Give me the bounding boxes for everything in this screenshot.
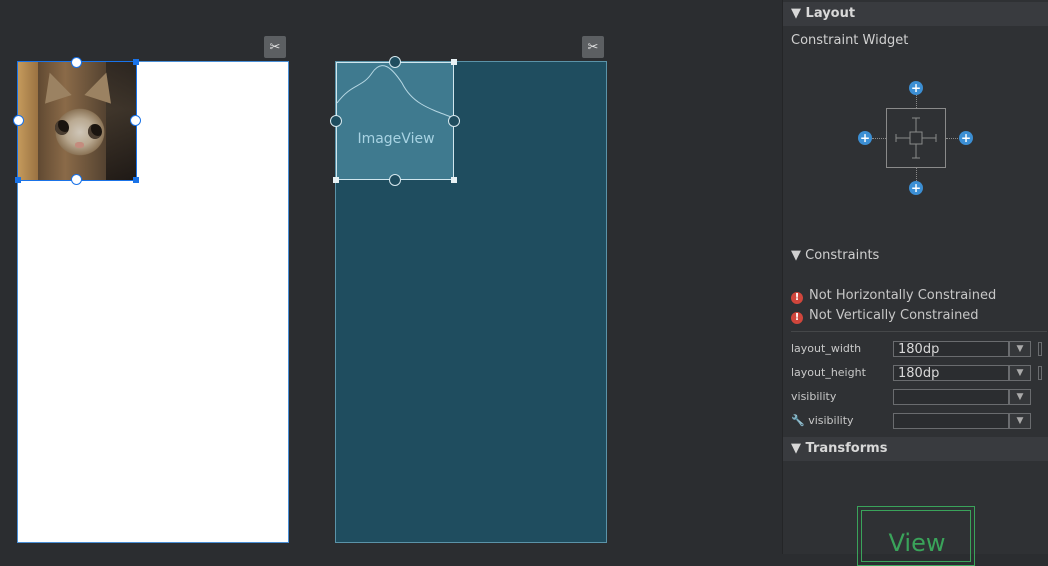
add-bottom-constraint-button[interactable]: + — [909, 181, 923, 195]
divider — [791, 331, 1047, 332]
transform-view-label: View — [888, 529, 946, 557]
layout-height-label: layout_height — [791, 366, 866, 379]
visibility-dropdown[interactable]: ▼ — [1009, 389, 1031, 405]
add-right-constraint-button[interactable]: + — [959, 131, 973, 145]
layout-height-field[interactable]: 180dp — [893, 365, 1009, 381]
photo-detail — [36, 68, 72, 104]
error-icon: ! — [791, 312, 803, 324]
transforms-section-title: Transforms — [805, 441, 888, 456]
attributes-panel: ▼ Layout Constraint Widget + + + + ▼ Con… — [782, 0, 1048, 566]
constraint-widget — [886, 108, 946, 168]
constraint-line — [916, 95, 917, 108]
constraint-line — [946, 138, 960, 139]
bottom-constraint-handle[interactable] — [389, 174, 401, 186]
add-left-constraint-button[interactable]: + — [858, 131, 872, 145]
layout-height-resource-button[interactable] — [1038, 366, 1042, 380]
design-surface[interactable] — [13, 57, 288, 542]
tools-visibility-label: 🔧 visibility — [791, 414, 854, 427]
warning-row: ! Not Horizontally Constrained — [791, 288, 996, 304]
bottom-constraint-handle[interactable] — [71, 174, 82, 185]
preview-outline-icon — [337, 65, 455, 119]
constraint-line — [872, 138, 886, 139]
layout-height-dropdown[interactable]: ▼ — [1009, 365, 1031, 381]
magnet-off-icon: ✂ — [587, 39, 599, 55]
wrench-icon: 🔧 — [791, 414, 805, 427]
resize-handle[interactable] — [133, 59, 139, 65]
resize-handle[interactable] — [133, 177, 139, 183]
add-top-constraint-button[interactable]: + — [909, 81, 923, 95]
transforms-section-header[interactable]: ▼ Transforms — [783, 437, 1048, 461]
resize-handle[interactable] — [15, 177, 21, 183]
layout-canvas: ✂ ✂ ImageView — [0, 0, 782, 554]
resize-handle[interactable] — [451, 177, 457, 183]
layout-section-title: Layout — [805, 6, 856, 21]
size-indicator-icon — [895, 117, 937, 159]
photo-detail — [88, 124, 102, 139]
right-constraint-handle[interactable] — [448, 115, 460, 127]
blueprint-image-view[interactable]: ImageView — [336, 62, 455, 180]
collapse-triangle-icon: ▼ — [791, 248, 801, 263]
top-constraint-handle[interactable] — [389, 56, 401, 68]
image-view-label: ImageView — [357, 131, 435, 147]
collapse-triangle-icon: ▼ — [791, 6, 801, 21]
constraints-section-header[interactable]: ▼ Constraints — [791, 248, 879, 263]
blueprint-surface[interactable]: ImageView — [330, 56, 606, 542]
tools-visibility-text: visibility — [808, 414, 854, 427]
collapse-triangle-icon: ▼ — [791, 441, 801, 456]
layout-width-label: layout_width — [791, 342, 862, 355]
transform-view-preview: View — [857, 506, 975, 566]
tools-visibility-field[interactable] — [893, 413, 1009, 429]
visibility-field[interactable] — [893, 389, 1009, 405]
right-constraint-handle[interactable] — [130, 115, 141, 126]
top-constraint-handle[interactable] — [71, 57, 82, 68]
warning-text: Not Horizontally Constrained — [809, 288, 997, 303]
tools-visibility-dropdown[interactable]: ▼ — [1009, 413, 1031, 429]
layout-width-resource-button[interactable] — [1038, 342, 1042, 356]
photo-detail — [55, 120, 69, 135]
resize-handle[interactable] — [451, 59, 457, 65]
warning-row: ! Not Vertically Constrained — [791, 308, 979, 324]
error-icon: ! — [791, 292, 803, 304]
magnet-off-icon: ✂ — [269, 39, 281, 55]
left-constraint-handle[interactable] — [13, 115, 24, 126]
constraint-line — [916, 168, 917, 181]
image-view-kitten[interactable] — [17, 61, 137, 181]
warning-text: Not Vertically Constrained — [809, 308, 979, 323]
layout-section-header[interactable]: ▼ Layout — [783, 2, 1048, 26]
magnet-toggle-button[interactable]: ✂ — [264, 36, 286, 58]
left-constraint-handle[interactable] — [330, 115, 342, 127]
layout-width-field[interactable]: 180dp — [893, 341, 1009, 357]
visibility-label: visibility — [791, 390, 837, 403]
constraints-section-title: Constraints — [805, 248, 880, 263]
blueprint-magnet-toggle-button[interactable]: ✂ — [582, 36, 604, 58]
photo-detail — [75, 142, 84, 148]
resize-handle[interactable] — [333, 177, 339, 183]
constraint-widget-title: Constraint Widget — [791, 33, 909, 48]
layout-width-dropdown[interactable]: ▼ — [1009, 341, 1031, 357]
